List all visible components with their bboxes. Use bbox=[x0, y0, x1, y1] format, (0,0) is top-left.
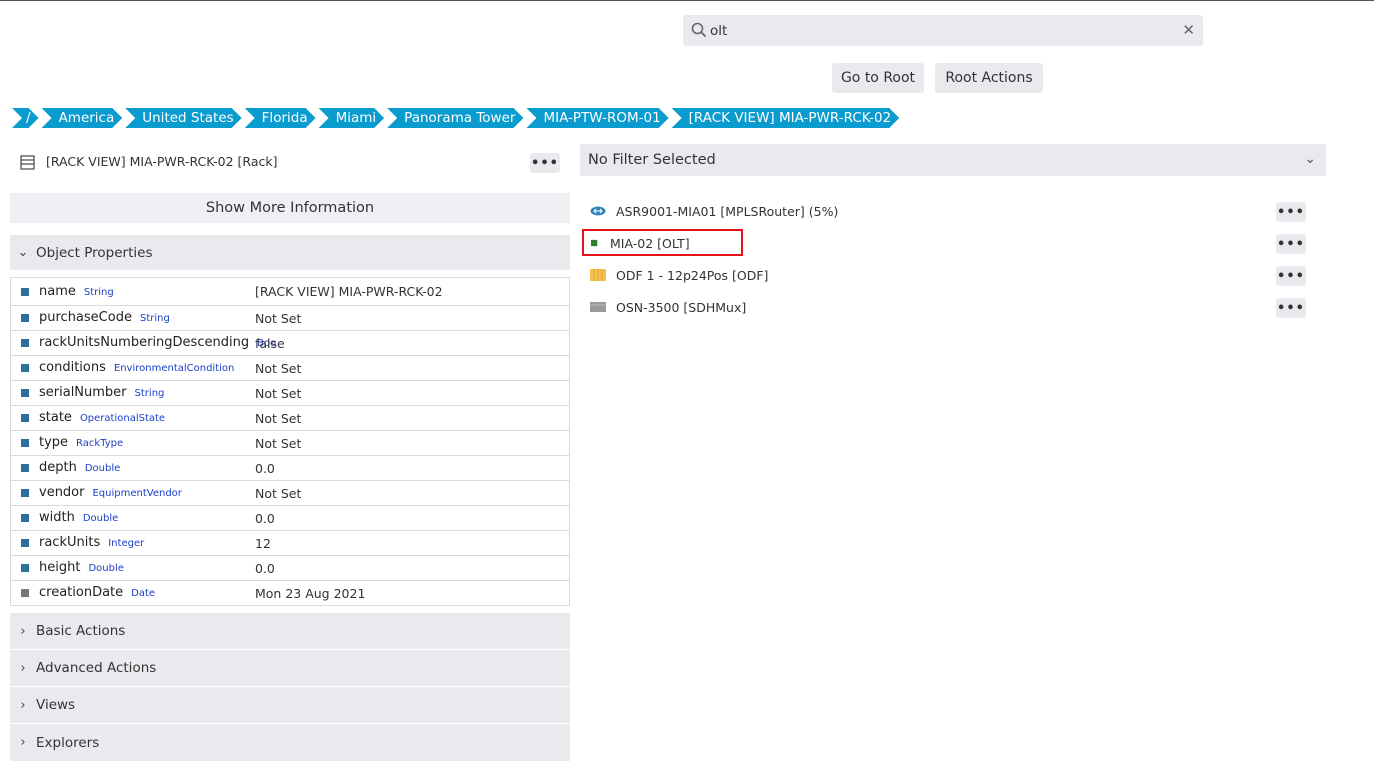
section-label: Object Properties bbox=[36, 244, 153, 261]
basic-actions-header[interactable]: › Basic Actions bbox=[10, 613, 570, 649]
section-label: Views bbox=[36, 697, 76, 713]
search-icon bbox=[691, 22, 707, 38]
property-row-conditions: conditions EnvironmentalCondition Not Set bbox=[11, 355, 569, 380]
property-value[interactable]: 12 bbox=[255, 536, 271, 551]
go-to-root-button[interactable]: Go to Root bbox=[832, 63, 924, 93]
property-row-rackunitsnumberingdescending: rackUnitsNumberingDescending Boo false bbox=[11, 330, 569, 355]
property-value[interactable]: Not Set bbox=[255, 436, 301, 451]
property-marker bbox=[21, 339, 29, 347]
child-label: OSN-3500 [SDHMux] bbox=[616, 299, 747, 315]
property-row-name: name String [RACK VIEW] MIA-PWR-RCK-02 bbox=[11, 277, 569, 305]
property-row-height: height Double 0.0 bbox=[11, 555, 569, 580]
property-value[interactable]: 0.0 bbox=[255, 561, 275, 576]
breadcrumb-root[interactable]: / bbox=[12, 108, 39, 128]
section-label: Explorers bbox=[36, 734, 100, 751]
search-box[interactable]: ✕ bbox=[683, 15, 1203, 46]
property-value[interactable]: Not Set bbox=[255, 311, 301, 326]
chevron-right-icon: › bbox=[20, 697, 26, 713]
filter-label: No Filter Selected bbox=[588, 152, 716, 168]
breadcrumb-panorama-tower[interactable]: Panorama Tower bbox=[387, 108, 523, 128]
property-row-state: state OperationalState Not Set bbox=[11, 405, 569, 430]
child-label: MIA-02 [OLT] bbox=[610, 235, 690, 251]
search-input[interactable] bbox=[710, 15, 1150, 46]
property-marker bbox=[21, 589, 29, 597]
child-item-odf[interactable]: ODF 1 - 12p24Pos [ODF] bbox=[590, 265, 768, 285]
properties-table: name String [RACK VIEW] MIA-PWR-RCK-02 pu… bbox=[10, 277, 570, 606]
clear-search-icon[interactable]: ✕ bbox=[1182, 21, 1195, 39]
breadcrumb-florida[interactable]: Florida bbox=[245, 108, 316, 128]
breadcrumb-miami[interactable]: Miami bbox=[319, 108, 385, 128]
breadcrumb-united-states[interactable]: United States bbox=[125, 108, 241, 128]
property-marker bbox=[21, 288, 29, 296]
child-menu-button[interactable]: ••• bbox=[1276, 266, 1306, 286]
property-row-width: width Double 0.0 bbox=[11, 505, 569, 530]
property-marker bbox=[21, 539, 29, 547]
chevron-right-icon: › bbox=[20, 660, 26, 676]
breadcrumb: / America United States Florida Miami Pa… bbox=[12, 108, 902, 128]
chevron-right-icon: › bbox=[20, 735, 26, 750]
views-header[interactable]: › Views bbox=[10, 687, 570, 723]
property-marker bbox=[21, 364, 29, 372]
show-more-information-button[interactable]: Show More Information bbox=[10, 193, 570, 223]
chevron-right-icon: › bbox=[20, 623, 26, 639]
property-value[interactable]: 0.0 bbox=[255, 461, 275, 476]
odf-icon bbox=[590, 269, 606, 281]
breadcrumb-america[interactable]: America bbox=[42, 108, 123, 128]
chevron-down-icon: ⌄ bbox=[1304, 151, 1316, 167]
property-value[interactable]: Not Set bbox=[255, 486, 301, 501]
property-marker bbox=[21, 314, 29, 322]
rack-icon bbox=[20, 155, 35, 170]
section-label: Basic Actions bbox=[36, 623, 126, 639]
child-label: ODF 1 - 12p24Pos [ODF] bbox=[616, 267, 769, 283]
child-item-sdhmux[interactable]: OSN-3500 [SDHMux] bbox=[590, 297, 746, 317]
property-value[interactable]: [RACK VIEW] MIA-PWR-RCK-02 bbox=[255, 284, 443, 299]
property-value: Mon 23 Aug 2021 bbox=[255, 586, 366, 601]
filter-select[interactable]: No Filter Selected ⌄ bbox=[580, 144, 1326, 176]
child-menu-button[interactable]: ••• bbox=[1276, 234, 1306, 254]
advanced-actions-header[interactable]: › Advanced Actions bbox=[10, 650, 570, 686]
olt-icon bbox=[591, 239, 598, 247]
sdhmux-icon bbox=[590, 302, 606, 312]
property-marker bbox=[21, 439, 29, 447]
property-row-depth: depth Double 0.0 bbox=[11, 455, 569, 480]
object-properties-header[interactable]: ⌄ Object Properties bbox=[10, 235, 570, 270]
property-row-rackunits: rackUnits Integer 12 bbox=[11, 530, 569, 555]
child-menu-button[interactable]: ••• bbox=[1276, 298, 1306, 318]
property-value[interactable]: false bbox=[255, 336, 285, 351]
section-label: Advanced Actions bbox=[36, 660, 157, 676]
child-item-olt[interactable]: MIA-02 [OLT] bbox=[590, 233, 690, 253]
property-marker bbox=[21, 564, 29, 572]
object-title: [RACK VIEW] MIA-PWR-RCK-02 [Rack] bbox=[46, 154, 278, 169]
breadcrumb-rack[interactable]: [RACK VIEW] MIA-PWR-RCK-02 bbox=[672, 108, 900, 128]
root-actions-button[interactable]: Root Actions bbox=[935, 63, 1043, 93]
property-marker bbox=[21, 389, 29, 397]
property-row-type: type RackType Not Set bbox=[11, 430, 569, 455]
property-row-purchasecode: purchaseCode String Not Set bbox=[11, 305, 569, 330]
property-marker bbox=[21, 414, 29, 422]
property-value[interactable]: Not Set bbox=[255, 386, 301, 401]
child-label: ASR9001-MIA01 [MPLSRouter] (5%) bbox=[616, 203, 839, 219]
property-value[interactable]: Not Set bbox=[255, 411, 301, 426]
property-row-creationdate: creationDate Date Mon 23 Aug 2021 bbox=[11, 580, 569, 605]
property-row-vendor: vendor EquipmentVendor Not Set bbox=[11, 480, 569, 505]
router-icon bbox=[590, 206, 606, 216]
child-item-router[interactable]: ASR9001-MIA01 [MPLSRouter] (5%) bbox=[590, 201, 838, 221]
object-menu-button[interactable]: ••• bbox=[530, 153, 560, 173]
property-value[interactable]: Not Set bbox=[255, 361, 301, 376]
breadcrumb-room[interactable]: MIA-PTW-ROM-01 bbox=[526, 108, 668, 128]
explorers-header[interactable]: › Explorers bbox=[10, 724, 570, 761]
property-marker bbox=[21, 489, 29, 497]
property-marker bbox=[21, 514, 29, 522]
property-value[interactable]: 0.0 bbox=[255, 511, 275, 526]
child-menu-button[interactable]: ••• bbox=[1276, 202, 1306, 222]
chevron-down-icon: ⌄ bbox=[17, 245, 29, 260]
property-row-serialnumber: serialNumber String Not Set bbox=[11, 380, 569, 405]
property-marker bbox=[21, 464, 29, 472]
